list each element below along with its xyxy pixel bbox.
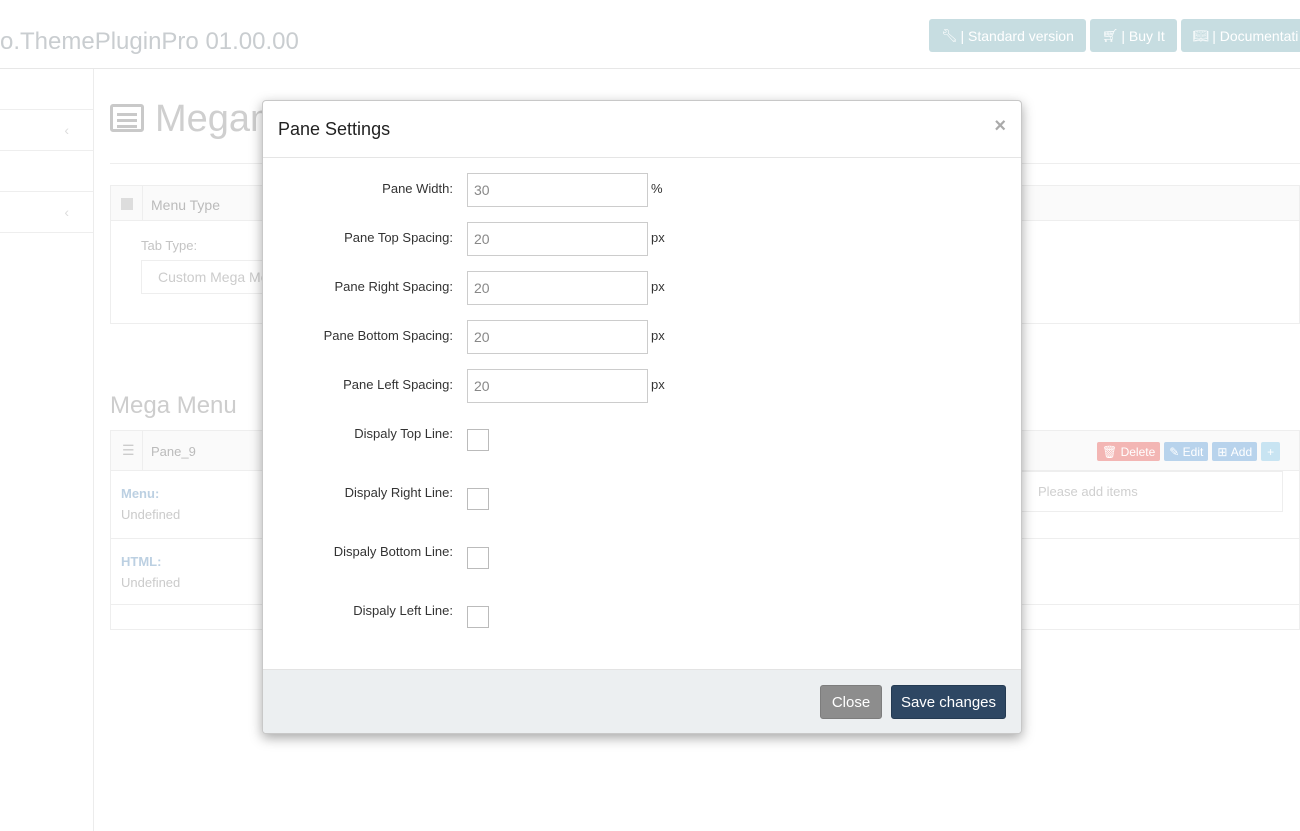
edit-pane-button[interactable]: ✎ Edit <box>1164 442 1209 461</box>
display-left-line-label: Dispaly Left Line: <box>353 603 453 618</box>
pane-top-spacing-input[interactable] <box>467 222 648 256</box>
top-button-group: 🔧︎ | Standard version 🛒︎ | Buy It 📖︎ | D… <box>929 19 1300 52</box>
display-top-line-label: Dispaly Top Line: <box>354 426 453 441</box>
cart-icon: 🛒︎ <box>1101 27 1119 43</box>
modal-title: Pane Settings <box>278 119 391 139</box>
pane-left-spacing-label: Pane Left Spacing: <box>343 377 453 392</box>
pane-width-input[interactable] <box>467 173 648 207</box>
tab-type-label: Tab Type: <box>141 238 198 253</box>
trash-icon: 🗑︎ <box>1102 444 1118 459</box>
display-bottom-line-label: Dispaly Bottom Line: <box>333 544 453 559</box>
plus-icon: + <box>1267 444 1275 459</box>
modal-footer: Close Save changes <box>263 669 1021 733</box>
display-right-line-label: Dispaly Right Line: <box>344 485 453 500</box>
pane-width-label: Pane Width: <box>382 181 453 196</box>
delete-pane-button[interactable]: 🗑︎ Delete <box>1097 442 1161 461</box>
divider <box>142 186 143 221</box>
pane-name: Pane_9 <box>151 444 196 459</box>
html-value: Undefined <box>121 575 181 590</box>
chevron-left-icon: ‹ <box>64 122 69 138</box>
edit-icon: ✎ <box>1169 444 1180 459</box>
menu-label: Menu: <box>121 486 160 501</box>
close-button[interactable]: Close <box>820 685 882 719</box>
pane-left-spacing-input[interactable] <box>467 369 648 403</box>
display-top-line-checkbox[interactable] <box>467 429 489 451</box>
list-icon: ☰ <box>122 442 135 458</box>
save-changes-button[interactable]: Save changes <box>891 685 1006 719</box>
list-icon <box>110 104 144 132</box>
add-item-button[interactable]: ⊞ Add <box>1212 442 1258 461</box>
pane-bottom-spacing-unit: px <box>651 328 665 343</box>
sidebar-item[interactable] <box>0 151 93 192</box>
add-pane-button[interactable]: + <box>1261 442 1281 461</box>
top-bar: o.ThemePluginPro 01.00.00 🔧︎ | Standard … <box>0 0 1300 69</box>
html-label: HTML: <box>121 554 162 569</box>
wrench-icon: 🔧︎ <box>941 27 958 43</box>
display-right-line-checkbox[interactable] <box>467 488 489 510</box>
plus-square-icon: ⊞ <box>1217 444 1228 459</box>
pane-action-group: 🗑︎ Delete ✎ Edit ⊞ Add + <box>1097 442 1281 461</box>
standard-version-button[interactable]: 🔧︎ | Standard version <box>929 19 1086 52</box>
section-title: Mega Menu <box>110 392 237 419</box>
sidebar-item[interactable] <box>0 69 93 110</box>
menu-type-label: Menu Type <box>151 197 221 213</box>
pane-left-spacing-unit: px <box>651 377 665 392</box>
pane-right-spacing-label: Pane Right Spacing: <box>334 279 453 294</box>
app-title: o.ThemePluginPro 01.00.00 <box>0 28 299 55</box>
documentation-button[interactable]: 📖︎ | Documentati <box>1180 19 1300 52</box>
modal-header: Pane Settings × <box>263 101 1021 158</box>
display-left-line-checkbox[interactable] <box>467 606 489 628</box>
pane-width-unit: % <box>651 181 663 196</box>
pane-bottom-spacing-input[interactable] <box>467 320 648 354</box>
pane-right-spacing-unit: px <box>651 279 665 294</box>
divider <box>142 431 143 471</box>
pane-right-spacing-input[interactable] <box>467 271 648 305</box>
close-icon[interactable]: × <box>994 115 1006 138</box>
pane-bottom-spacing-label: Pane Bottom Spacing: <box>323 328 453 343</box>
sidebar-item[interactable]: ‹ <box>0 110 93 151</box>
menu-value: Undefined <box>121 507 181 522</box>
book-icon: 📖︎ <box>1192 27 1210 43</box>
sidebar: ‹ ‹ <box>0 69 94 831</box>
display-bottom-line-checkbox[interactable] <box>467 547 489 569</box>
chevron-left-icon: ‹ <box>64 204 69 220</box>
pane-top-spacing-unit: px <box>651 230 665 245</box>
sidebar-item[interactable]: ‹ <box>0 192 93 233</box>
buy-it-button[interactable]: 🛒︎ | Buy It <box>1089 19 1177 52</box>
pane-top-spacing-label: Pane Top Spacing: <box>344 230 453 245</box>
image-icon <box>121 198 133 210</box>
pane-settings-modal: Pane Settings × Pane Width: % Pane Top S… <box>262 100 1022 734</box>
items-placeholder: Please add items <box>1021 471 1283 512</box>
